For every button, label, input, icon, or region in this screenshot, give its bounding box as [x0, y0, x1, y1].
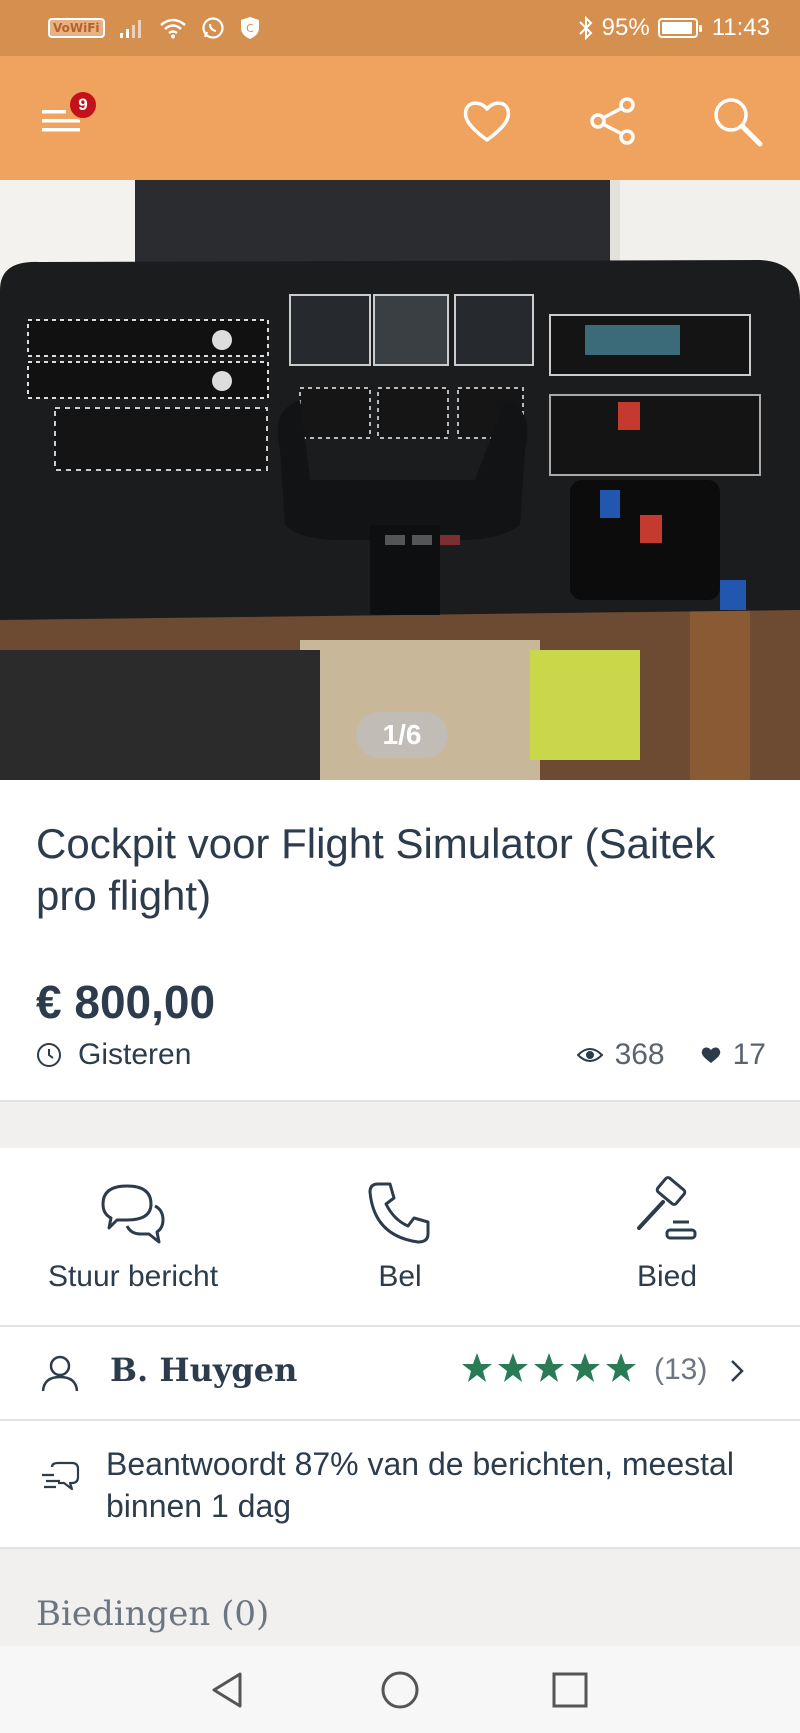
star-icon	[534, 1353, 564, 1382]
whatsapp-icon	[201, 17, 224, 39]
review-count: (13)	[654, 1353, 708, 1386]
seller-name: B. Huygen	[110, 1351, 298, 1389]
listing-stats: 368 17	[576, 1038, 766, 1072]
battery-percent: 95%	[601, 14, 650, 41]
home-icon[interactable]	[378, 1668, 422, 1712]
recents-icon[interactable]	[548, 1668, 592, 1712]
svg-text:C: C	[246, 22, 254, 35]
search-icon[interactable]	[710, 94, 764, 148]
chevron-right-icon	[731, 1360, 744, 1382]
gallery-counter: 1/6	[356, 712, 448, 758]
eye-icon	[576, 1048, 603, 1062]
call-button[interactable]: Bel	[267, 1148, 533, 1326]
section-gap	[0, 1102, 800, 1148]
clock: 11:43	[711, 14, 770, 41]
action-bar: Stuur bericht Bel Bied	[0, 1148, 800, 1326]
send-message-button[interactable]: Stuur bericht	[0, 1148, 266, 1326]
wifi-icon	[159, 18, 186, 39]
signal-icon	[119, 20, 141, 38]
share-icon[interactable]	[586, 94, 640, 148]
bid-button[interactable]: Bied	[534, 1148, 800, 1326]
response-info: Beantwoordt 87% van de berichten, meesta…	[0, 1421, 800, 1547]
gavel-icon	[637, 1176, 697, 1240]
listing-meta: Gisteren 368 17	[36, 1038, 766, 1078]
status-bar: VoWiFi C 95% 11:43	[0, 0, 800, 56]
bids-heading: Biedingen (0)	[36, 1594, 270, 1634]
notification-badge: 9	[68, 90, 98, 120]
date-label: Gisteren	[78, 1038, 192, 1071]
listing-photo[interactable]	[0, 180, 800, 780]
user-icon	[41, 1355, 79, 1392]
listing-title: Cockpit voor Flight Simulator (Saitek pr…	[36, 820, 716, 919]
clock-icon	[37, 1043, 61, 1067]
heart-filled-icon	[701, 1047, 720, 1063]
bid-label: Bied	[636, 1260, 698, 1293]
seller-row[interactable]: B. Huygen (13)	[0, 1327, 800, 1419]
heart-icon[interactable]	[460, 94, 514, 148]
back-icon[interactable]	[206, 1668, 250, 1712]
system-nav-bar	[0, 1646, 800, 1733]
chat-icon	[101, 1184, 165, 1244]
call-label: Bel	[378, 1260, 422, 1293]
battery-icon	[657, 18, 702, 38]
listing-date: Gisteren	[36, 1038, 191, 1072]
seller-rating	[460, 1351, 638, 1385]
response-text: Beantwoordt 87% van de berichten, meesta…	[106, 1446, 734, 1524]
star-icon	[570, 1353, 600, 1382]
bluetooth-icon	[578, 15, 593, 41]
app-bar: 9	[0, 56, 800, 180]
star-icon	[498, 1353, 528, 1382]
cockpit-photo-image	[0, 180, 800, 780]
send-message-label: Stuur bericht	[47, 1260, 219, 1293]
phone-icon	[368, 1182, 430, 1244]
vowifi-icon: VoWiFi	[48, 18, 105, 38]
views-count: 368	[614, 1038, 665, 1071]
star-icon	[606, 1353, 636, 1382]
favorites-count: 17	[732, 1038, 766, 1071]
shield-icon: C	[240, 17, 259, 39]
fast-reply-icon	[42, 1461, 80, 1491]
listing-price: € 800,00	[36, 976, 216, 1028]
star-icon	[462, 1353, 492, 1382]
